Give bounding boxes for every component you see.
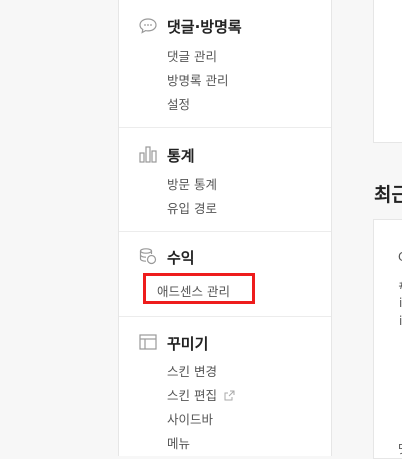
section-title-comments[interactable]: 댓글·방명록 xyxy=(167,16,242,37)
section-title-stats[interactable]: 통계 xyxy=(167,145,195,166)
layout-icon xyxy=(138,332,158,352)
admin-sidebar: 댓글·방명록 댓글 관리 방명록 관리 설정 통계 방문 통계 유입 경로 수익… xyxy=(118,0,332,456)
section-title-customize[interactable]: 꾸미기 xyxy=(167,333,208,354)
card-text-fragment: 댓 xyxy=(398,440,402,457)
menu-item-skin-change[interactable]: 스킨 변경 xyxy=(167,361,217,380)
menu-item-comment-manage[interactable]: 댓글 관리 xyxy=(167,46,217,65)
recent-section-title: 최근 xyxy=(374,184,402,206)
external-link-icon xyxy=(224,389,235,404)
menu-item-sidebar[interactable]: 사이드바 xyxy=(167,409,213,428)
menu-item-guestbook-manage[interactable]: 방명록 관리 xyxy=(167,70,228,89)
speech-bubble-icon xyxy=(138,16,158,36)
coins-icon xyxy=(138,246,158,266)
card-text-fragment: # xyxy=(398,278,402,292)
menu-item-referrer[interactable]: 유입 경로 xyxy=(167,198,217,217)
skin-edit-label: 스킨 편집 xyxy=(167,388,217,403)
bar-chart-icon xyxy=(138,144,158,164)
card-text-fragment: C xyxy=(398,250,402,264)
menu-item-visit-stats[interactable]: 방문 통계 xyxy=(167,174,217,193)
menu-item-menu[interactable]: 메뉴 xyxy=(167,433,190,452)
divider xyxy=(119,127,331,128)
highlight-box xyxy=(143,273,255,304)
divider xyxy=(119,231,331,232)
content-card xyxy=(373,0,402,143)
section-title-revenue[interactable]: 수익 xyxy=(167,247,195,268)
recent-card[interactable]: C # i i 댓 xyxy=(373,219,402,459)
menu-item-skin-edit[interactable]: 스킨 편집 xyxy=(167,385,235,404)
divider xyxy=(119,316,331,317)
menu-item-comment-settings[interactable]: 설정 xyxy=(167,94,190,113)
